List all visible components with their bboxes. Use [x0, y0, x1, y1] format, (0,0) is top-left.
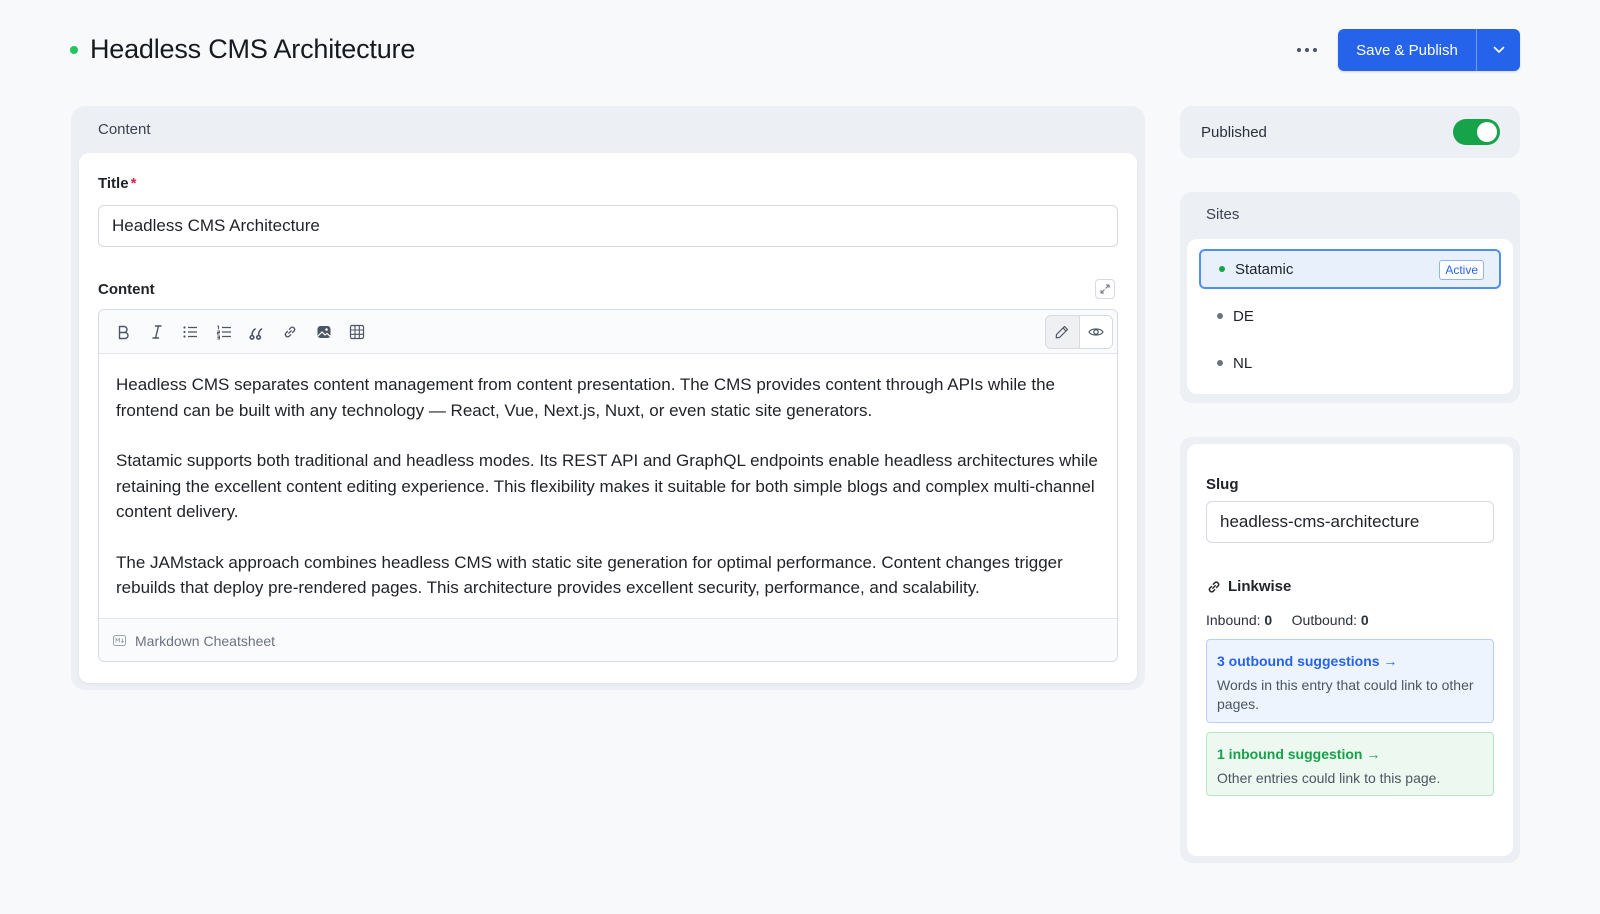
bulleted-list-icon [183, 326, 197, 338]
linkwise-header: Linkwise [1206, 578, 1291, 595]
editor-content-area[interactable]: Headless CMS separates content managemen… [99, 354, 1117, 618]
pencil-icon [1055, 325, 1069, 339]
italic-icon [152, 325, 162, 339]
inbound-suggestions-description: Other entries could link to this page. [1217, 770, 1441, 786]
publish-options-button[interactable] [1477, 29, 1520, 71]
content-field-label: Content [98, 281, 155, 298]
markdown-editor: Headless CMS separates content managemen… [98, 309, 1118, 662]
site-name: Statamic [1235, 260, 1294, 278]
bulleted-list-button[interactable] [179, 321, 201, 343]
eye-icon [1088, 328, 1104, 336]
more-options-button[interactable] [1292, 38, 1322, 62]
markdown-cheatsheet-link[interactable]: Markdown Cheatsheet [135, 633, 275, 649]
outbound-suggestions-link[interactable]: 3 outbound suggestions → [1217, 653, 1484, 669]
write-mode-button[interactable] [1046, 316, 1080, 348]
slug-input[interactable]: headless-cms-architecture [1206, 501, 1494, 543]
sites-label: Sites [1206, 206, 1240, 223]
outbound-suggestions-card[interactable]: 3 outbound suggestions → Words in this e… [1206, 639, 1494, 723]
save-publish-button[interactable]: Save & Publish [1338, 29, 1477, 71]
link-counts: Inbound: 0 Outbound: 0 [1206, 612, 1369, 628]
site-status-dot [1219, 266, 1225, 272]
editor-toolbar [99, 310, 1117, 354]
content-panel-label: Content [98, 121, 151, 138]
status-dot [70, 46, 78, 54]
image-icon [317, 326, 331, 338]
link-icon [284, 326, 296, 338]
site-status-dot [1217, 313, 1223, 319]
quote-button[interactable] [246, 321, 268, 343]
title-label-text: Title [98, 175, 129, 192]
editor-paragraph: The JAMstack approach combines headless … [116, 552, 1063, 598]
editor-paragraph: Headless CMS separates content managemen… [116, 375, 1055, 420]
numbered-list-button[interactable] [213, 321, 235, 343]
image-button[interactable] [313, 321, 335, 343]
fullscreen-button[interactable] [1095, 279, 1115, 299]
bold-button[interactable] [112, 321, 134, 343]
site-item-nl[interactable]: NL [1199, 343, 1501, 383]
table-button[interactable] [346, 321, 368, 343]
editor-footer: Markdown Cheatsheet [99, 618, 1117, 661]
publish-button-group: Save & Publish [1338, 29, 1520, 71]
meta-panel: Slug headless-cms-architecture Linkwise … [1180, 437, 1520, 863]
editor-mode-toggle [1045, 315, 1113, 349]
active-badge: Active [1439, 260, 1484, 280]
dot-icon [1313, 48, 1317, 52]
page-header: Headless CMS Architecture Save & Publish [70, 28, 1520, 72]
title-field-label: Title * [98, 175, 136, 192]
inbound-suggestions-link[interactable]: 1 inbound suggestion → [1217, 746, 1484, 762]
meta-card: Slug headless-cms-architecture Linkwise … [1187, 444, 1513, 856]
site-name: DE [1233, 307, 1254, 325]
published-toggle[interactable] [1453, 119, 1500, 145]
title-input[interactable]: Headless CMS Architecture [98, 205, 1118, 247]
toggle-knob [1477, 122, 1497, 142]
editor-paragraph: Statamic supports both traditional and h… [116, 451, 1098, 521]
dot-icon [1305, 48, 1309, 52]
required-mark: * [130, 175, 137, 192]
outbound-suggestions-description: Words in this entry that could link to o… [1217, 677, 1474, 712]
slug-label: Slug [1206, 476, 1239, 493]
content-card: Title * Headless CMS Architecture Content [79, 153, 1137, 683]
sites-card: Statamic Active DE NL [1187, 239, 1513, 394]
table-icon [349, 324, 365, 340]
italic-button[interactable] [146, 321, 168, 343]
numbered-list-icon [217, 325, 231, 340]
site-item-statamic[interactable]: Statamic Active [1199, 249, 1501, 289]
link-button[interactable] [279, 321, 301, 343]
chevron-down-icon [1493, 46, 1504, 53]
published-label: Published [1201, 124, 1267, 141]
markdown-icon [113, 635, 126, 646]
inbound-suggestions-card[interactable]: 1 inbound suggestion → Other entries cou… [1206, 732, 1494, 796]
dot-icon [1297, 48, 1301, 52]
inbound-label: Inbound: [1206, 612, 1261, 628]
page-title: Headless CMS Architecture [90, 34, 416, 64]
inbound-count: 0 [1264, 612, 1273, 628]
link-icon [1208, 581, 1220, 592]
bold-icon [118, 325, 129, 340]
outbound-count: 0 [1360, 612, 1369, 628]
quote-icon [249, 328, 263, 340]
linkwise-title: Linkwise [1228, 578, 1292, 595]
sites-panel: Sites Statamic Active DE NL [1180, 192, 1520, 403]
preview-mode-button[interactable] [1080, 316, 1113, 348]
site-name: NL [1233, 354, 1253, 372]
expand-icon [1100, 284, 1110, 294]
site-status-dot [1217, 360, 1223, 366]
outbound-label: Outbound: [1291, 612, 1358, 628]
published-panel: Published [1180, 106, 1520, 158]
content-panel: Content Title * Headless CMS Architecture… [71, 106, 1145, 690]
site-item-de[interactable]: DE [1199, 296, 1501, 336]
